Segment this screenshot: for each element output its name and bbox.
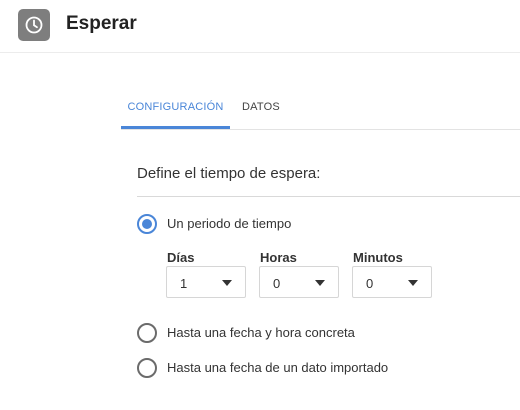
section-title: Define el tiempo de espera:: [137, 165, 321, 182]
minutes-label: Minutos: [353, 250, 403, 265]
radio-label-periodo-tiempo: Un periodo de tiempo: [167, 216, 292, 231]
clock-icon: [18, 9, 50, 41]
days-select-value: 1: [180, 276, 188, 291]
page-header: Esperar: [0, 0, 520, 53]
chevron-down-icon: [315, 280, 325, 286]
tab-datos[interactable]: DATOS: [242, 92, 280, 130]
chevron-down-icon: [408, 280, 418, 286]
page-title: Esperar: [66, 13, 137, 34]
hours-select[interactable]: 0: [259, 266, 339, 298]
minutes-select[interactable]: 0: [352, 266, 432, 298]
minutes-select-value: 0: [366, 276, 374, 291]
tab-configuracion[interactable]: CONFIGURACIÓN: [121, 92, 230, 129]
days-label: Días: [167, 250, 195, 265]
radio-fecha-hora-concreta[interactable]: [137, 323, 157, 343]
hours-select-value: 0: [273, 276, 281, 291]
radio-label-fecha-dato-importado: Hasta una fecha de un dato importado: [167, 360, 389, 375]
days-select[interactable]: 1: [166, 266, 246, 298]
radio-label-fecha-hora-concreta: Hasta una fecha y hora concreta: [167, 325, 355, 340]
chevron-down-icon: [222, 280, 232, 286]
hours-label: Horas: [260, 250, 297, 265]
radio-fecha-dato-importado[interactable]: [137, 358, 157, 378]
section-divider: [137, 196, 520, 197]
radio-periodo-tiempo[interactable]: [137, 214, 157, 234]
tab-bar: CONFIGURACIÓN DATOS: [121, 92, 520, 130]
